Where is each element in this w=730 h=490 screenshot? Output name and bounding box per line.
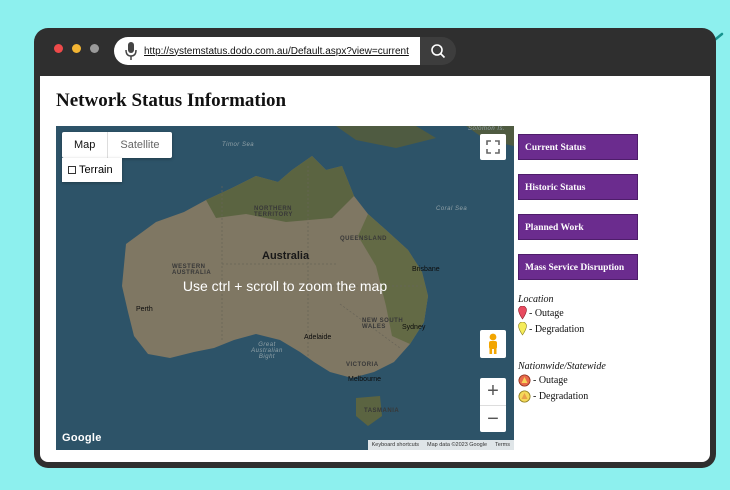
browser-window: http://systemstatus.dodo.com.au/Default.… [34,28,716,468]
map-type-control: Map Satellite [62,132,172,158]
legend-nationwide-outage: - Outage [533,374,568,386]
maximize-window-dot[interactable] [90,44,99,53]
red-warning-badge-icon [518,374,531,386]
fullscreen-icon [486,140,500,154]
current-status-button[interactable]: Current Status [518,134,638,160]
url-text[interactable]: http://systemstatus.dodo.com.au/Default.… [144,46,409,57]
zoom-control: + − [480,378,506,432]
status-map[interactable]: NORTHERN TERRITORY WESTERN AUSTRALIA QUE… [56,126,514,450]
fullscreen-button[interactable] [480,134,506,160]
window-controls [54,44,99,53]
map-type-map-button[interactable]: Map [62,132,107,158]
legend-location-heading: Location [518,294,554,305]
historic-status-button[interactable]: Historic Status [518,174,638,200]
address-bar[interactable]: http://systemstatus.dodo.com.au/Default.… [114,37,424,65]
legend-nationwide-degradation: - Degradation [533,390,589,402]
legend-nationwide-heading: Nationwide/Statewide [518,361,606,372]
keyboard-shortcuts-link[interactable]: Keyboard shortcuts [368,440,423,450]
legend-item: - Outage [518,372,644,388]
google-logo[interactable]: Google [62,432,102,444]
street-view-button[interactable] [480,330,506,358]
microphone-icon[interactable] [124,41,138,61]
terrain-checkbox[interactable] [68,166,76,174]
terrain-toggle[interactable]: Terrain [62,158,122,182]
red-pin-icon [518,306,527,320]
terms-link[interactable]: Terms [491,440,514,450]
map-type-satellite-button[interactable]: Satellite [107,132,171,158]
status-sidebar: Current Status Historic Status Planned W… [518,134,644,404]
minimize-window-dot[interactable] [72,44,81,53]
planned-work-button[interactable]: Planned Work [518,214,638,240]
yellow-pin-icon [518,322,527,336]
close-window-dot[interactable] [54,44,63,53]
search-icon [431,44,446,59]
zoom-in-button[interactable]: + [480,378,506,405]
legend-item: - Degradation [518,321,644,337]
search-button[interactable] [420,37,456,65]
legend-item: - Degradation [518,388,644,404]
web-page: Network Status Information NORTHERN TERR… [40,76,710,462]
zoom-hint-text: Use ctrl + scroll to zoom the map [182,278,388,294]
mass-service-disruption-button[interactable]: Mass Service Disruption [518,254,638,280]
yellow-warning-badge-icon [518,390,531,402]
page-title: Network Status Information [56,90,287,111]
pegman-icon [489,333,497,354]
legend-location-degradation: - Degradation [529,323,585,335]
legend-item: - Outage [518,305,644,321]
map-data-text: Map data ©2023 Google [427,442,488,448]
zoom-out-button[interactable]: − [480,405,506,432]
terrain-label: Terrain [79,164,113,176]
legend-location-outage: - Outage [529,307,564,319]
map-attribution: Keyboard shortcuts Map data ©2023 Google… [367,440,514,450]
